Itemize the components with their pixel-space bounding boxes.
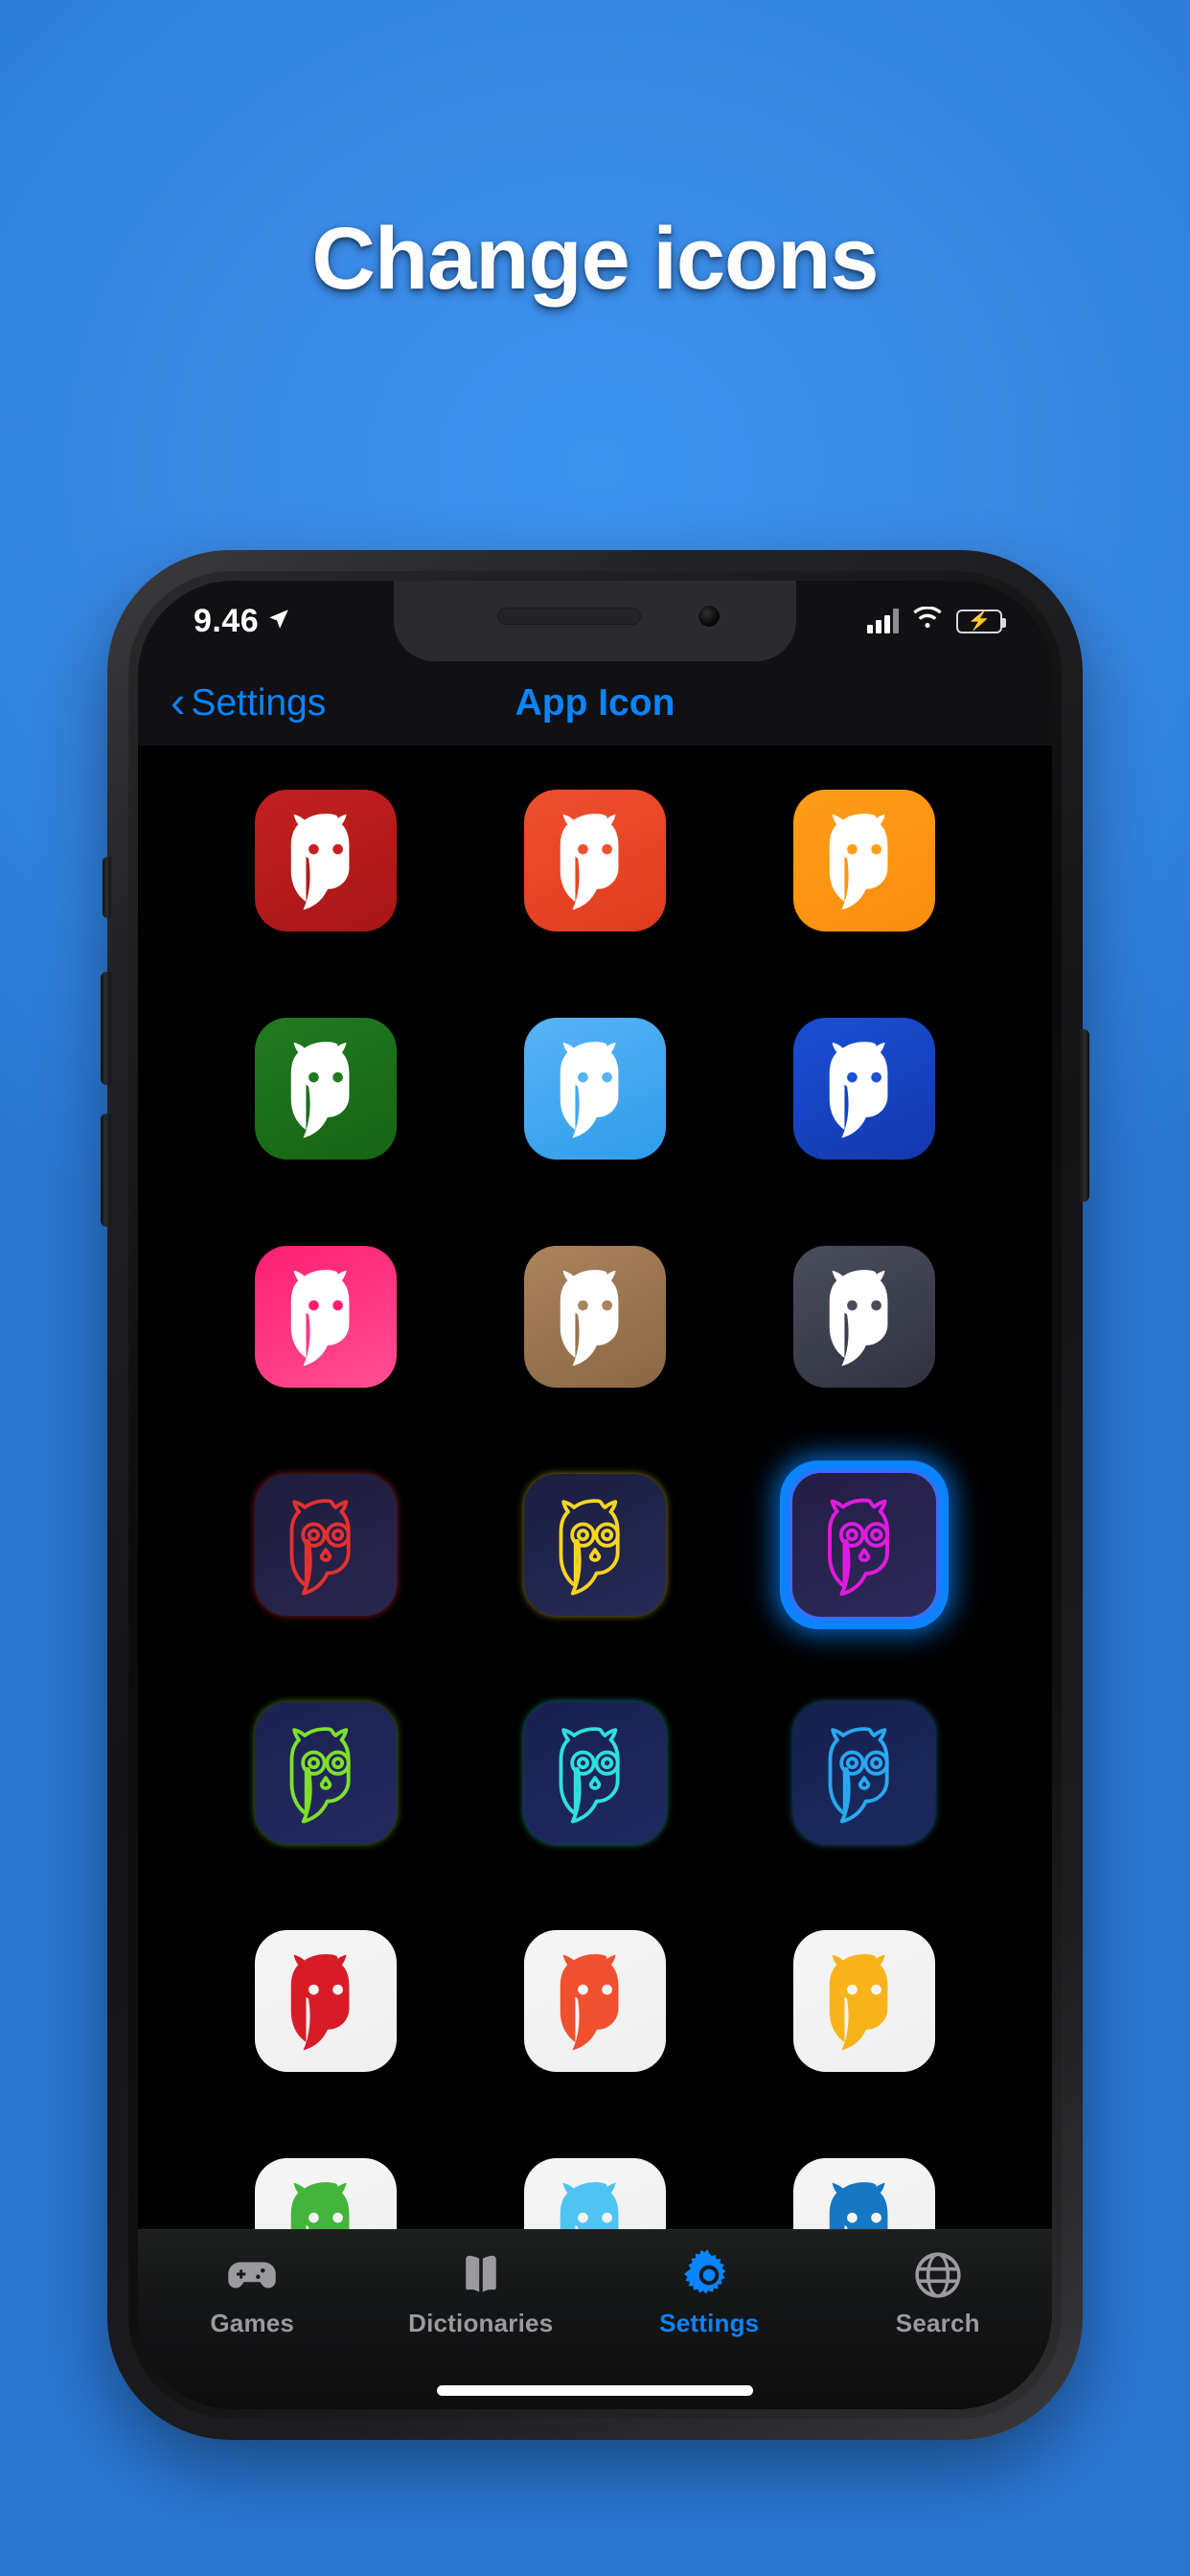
owl-icon-white-red[interactable] [241,1917,410,2085]
owl-icon-brown[interactable] [511,1232,679,1401]
owl-icon-white-lightblue[interactable] [511,2145,679,2229]
owl-icon-neon-green-tile [255,1702,398,1844]
owl-icon-pink[interactable] [241,1232,410,1401]
owl-icon-pink-tile [255,1246,398,1388]
owl-icon-neon-cyan[interactable] [511,1689,679,1857]
navigation-bar: ‹ Settings App Icon [138,661,1052,746]
owl-icon-light-blue[interactable] [511,1004,679,1173]
wifi-icon [912,606,943,636]
owl-icon-neon-red-tile [255,1474,398,1616]
owl-icon-white-lightblue-tile [523,2158,666,2229]
status-bar-right: ⚡ [867,606,1006,636]
owl-icon-light-blue-tile [523,1018,666,1160]
owl-icon-neon-magenta[interactable] [779,1460,949,1629]
owl-icon-slate-tile [792,1246,935,1388]
owl-icon-dark-blue-tile [792,1018,935,1160]
app-icon-grid[interactable] [138,746,1052,2229]
gear-icon [683,2249,735,2301]
owl-icon-neon-yellow-tile [523,1474,666,1616]
owl-icon-red-orange-tile [523,790,666,932]
chevron-left-icon: ‹ [171,677,186,726]
page-title: Change icons [311,210,879,308]
owl-icon-white-green[interactable] [241,2145,410,2229]
owl-icon-green[interactable] [241,1004,410,1173]
owl-icon-white-green-tile [255,2158,398,2229]
owl-icon-white-red-tile [255,1930,398,2072]
owl-icon-neon-red[interactable] [241,1460,410,1629]
tab-search[interactable]: Search [824,2249,1053,2338]
location-arrow-icon [266,607,291,636]
open-book-icon [455,2249,507,2301]
globe-icon [912,2249,964,2301]
front-camera-icon [697,604,721,629]
tab-label-settings: Settings [659,2309,760,2337]
owl-icon-white-yellow[interactable] [780,1917,949,2085]
earpiece-speaker-icon [497,608,641,625]
owl-icon-neon-yellow[interactable] [511,1460,679,1629]
charging-bolt-icon: ⚡ [967,610,992,632]
owl-icon-white-blue[interactable] [780,2145,949,2229]
home-indicator[interactable] [437,2385,753,2396]
owl-icon-white-blue-tile [792,2158,935,2229]
tab-label-games: Games [210,2309,295,2337]
owl-icon-neon-blue[interactable] [780,1689,949,1857]
owl-icon-dark-red[interactable] [241,776,410,945]
tab-games[interactable]: Games [138,2249,367,2338]
device-notch [394,581,796,661]
battery-charging-icon: ⚡ [956,609,1006,633]
status-clock: 9.46 [194,602,260,639]
phone-device-frame: 9.46 ⚡ ‹ Settings App Icon Games Diction… [101,550,1089,2440]
owl-icon-neon-magenta-tile [791,1473,936,1617]
owl-icon-neon-blue-tile [792,1702,935,1844]
tab-settings[interactable]: Settings [595,2249,824,2338]
owl-icon-slate[interactable] [780,1232,949,1401]
power-button[interactable] [1079,1029,1089,1202]
owl-icon-dark-blue[interactable] [780,1004,949,1173]
owl-icon-brown-tile [523,1246,666,1388]
gamepad-icon [226,2249,278,2301]
owl-icon-white-orange[interactable] [511,1917,679,2085]
owl-icon-neon-green[interactable] [241,1689,410,1857]
owl-icon-dark-red-tile [255,790,398,932]
owl-icon-orange[interactable] [780,776,949,945]
volume-down-button[interactable] [101,1114,111,1227]
back-button-label: Settings [191,682,327,724]
owl-icon-red-orange[interactable] [511,776,679,945]
volume-up-button[interactable] [101,972,111,1085]
cellular-bars-icon [867,609,899,633]
owl-icon-orange-tile [792,790,935,932]
tab-bar[interactable]: Games Dictionaries Settings Search [138,2229,1052,2409]
owl-icon-green-tile [255,1018,398,1160]
silent-switch-button[interactable] [103,857,111,918]
phone-screen: 9.46 ⚡ ‹ Settings App Icon Games Diction… [138,581,1052,2409]
tab-label-search: Search [895,2309,980,2337]
tab-dictionaries[interactable]: Dictionaries [367,2249,596,2338]
back-button[interactable]: ‹ Settings [138,677,327,726]
owl-icon-white-orange-tile [523,1930,666,2072]
owl-icon-white-yellow-tile [792,1930,935,2072]
tab-label-dictionaries: Dictionaries [408,2309,554,2337]
status-bar-left: 9.46 [194,603,291,640]
phone-bezel: 9.46 ⚡ ‹ Settings App Icon Games Diction… [128,571,1062,2419]
owl-icon-neon-cyan-tile [523,1702,666,1844]
